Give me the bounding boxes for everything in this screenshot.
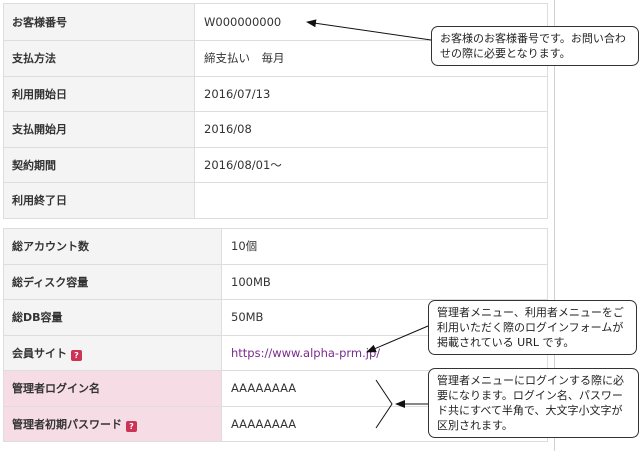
payment-method-label: 支払方法	[3, 40, 195, 77]
end-date-value	[194, 182, 548, 219]
start-date-value: 2016/07/13	[194, 75, 548, 112]
login-credentials-callout: 管理者メニューにログインする際に必要になります。ログイン名、パスワード共にすべて…	[428, 368, 639, 438]
member-site-label-text: 会員サイト	[12, 346, 67, 360]
db-capacity-label: 総DB容量	[3, 299, 222, 336]
admin-login-name-label: 管理者ログイン名	[3, 370, 222, 407]
end-date-label: 利用終了日	[3, 182, 195, 219]
contract-period-label: 契約期間	[3, 146, 195, 183]
table-row: 支払開始月 2016/08	[3, 111, 548, 148]
total-accounts-value: 10個	[221, 228, 548, 265]
disk-capacity-label: 総ディスク容量	[3, 263, 222, 300]
billing-start-month-value: 2016/08	[194, 111, 548, 148]
billing-start-month-label: 支払開始月	[3, 111, 195, 148]
table-row: 利用終了日	[3, 182, 548, 219]
member-site-callout: 管理者メニュー、利用者メニューをご利用いただく際のログインフォームが掲載されてい…	[428, 300, 637, 355]
disk-capacity-value: 100MB	[221, 263, 548, 300]
start-date-label: 利用開始日	[3, 75, 195, 112]
customer-number-callout: お客様のお客様番号です。お問い合わせの際に必要となります。	[431, 26, 639, 66]
admin-initial-password-label: 管理者初期パスワード?	[3, 405, 222, 442]
contract-period-value: 2016/08/01〜	[194, 146, 548, 183]
member-site-label: 会員サイト?	[3, 334, 222, 371]
member-site-link[interactable]: https://www.alpha-prm.jp/	[231, 346, 380, 360]
table-row: 総ディスク容量 100MB	[3, 263, 548, 300]
help-icon[interactable]: ?	[126, 420, 137, 432]
table-row: 利用開始日 2016/07/13	[3, 75, 548, 112]
total-accounts-label: 総アカウント数	[3, 228, 222, 265]
admin-initial-password-label-text: 管理者初期パスワード	[12, 417, 122, 431]
table-row: 総アカウント数 10個	[3, 228, 548, 265]
table-row: 契約期間 2016/08/01〜	[3, 146, 548, 183]
help-icon[interactable]: ?	[71, 349, 82, 361]
customer-number-label: お客様番号	[3, 3, 195, 41]
